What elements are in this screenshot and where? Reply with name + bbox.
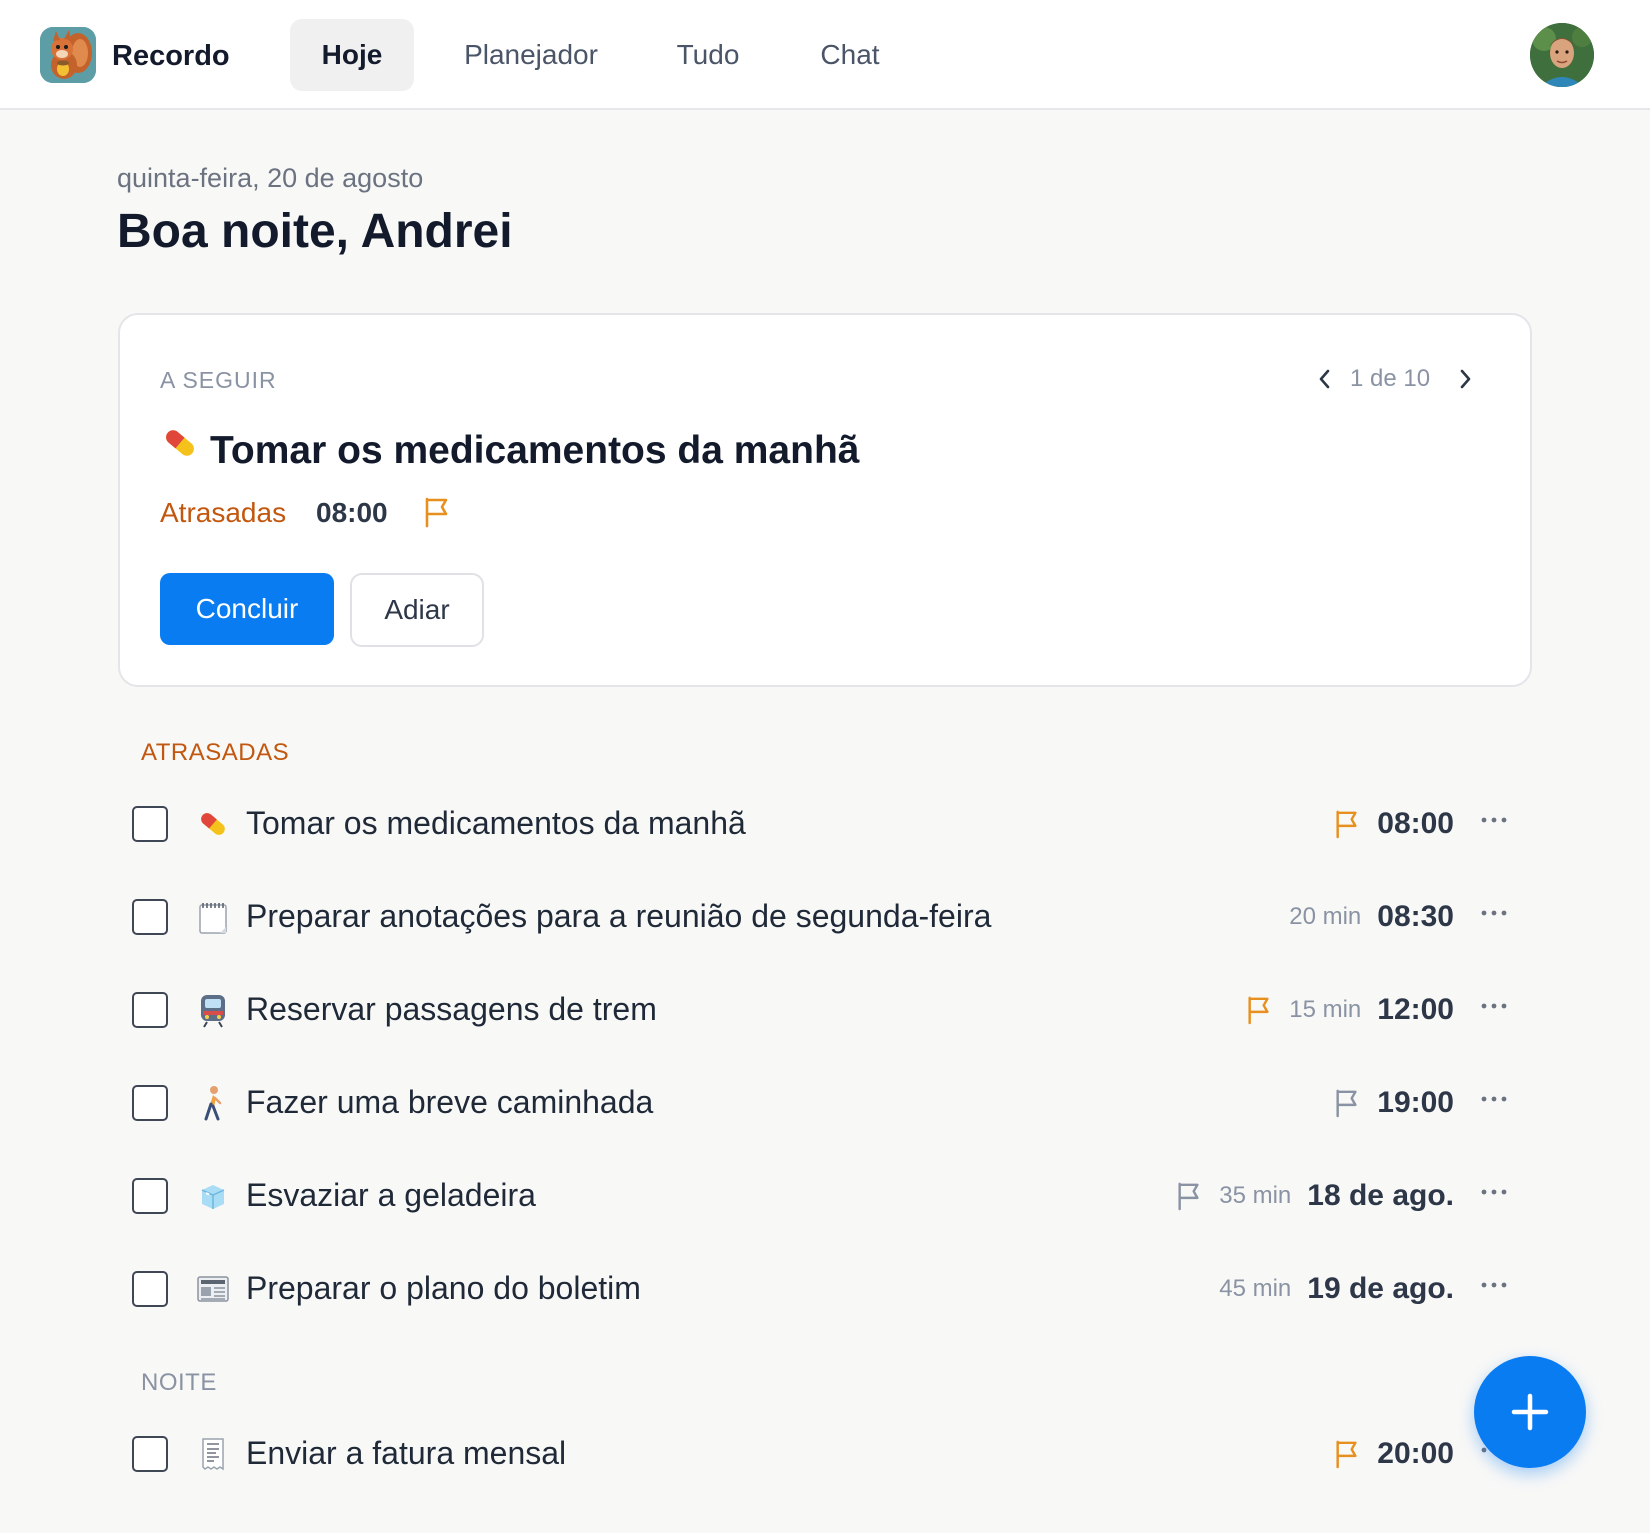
tab-planejador[interactable]: Planejador: [446, 19, 616, 91]
task-checkbox[interactable]: [132, 899, 168, 935]
chevron-right-icon[interactable]: [1450, 361, 1480, 397]
task-title[interactable]: Enviar a fatura mensal: [246, 1435, 566, 1472]
task-duration: 45 min: [1219, 1275, 1292, 1302]
task-meta: 15 min 12:00: [1245, 990, 1454, 1030]
add-task-button[interactable]: [1474, 1356, 1586, 1468]
task-checkbox[interactable]: [132, 1085, 168, 1121]
flag-icon[interactable]: [1333, 1438, 1361, 1470]
task-checkbox[interactable]: [132, 1178, 168, 1214]
task-row[interactable]: Esvaziar a geladeira 35 min 18 de ago.: [118, 1158, 1532, 1234]
up-next-label: A SEGUIR: [160, 367, 277, 393]
task-row[interactable]: Preparar anotações para a reunião de seg…: [118, 879, 1532, 955]
plus-icon: [1511, 1393, 1549, 1431]
task-time: 19:00: [1377, 1086, 1454, 1119]
task-row[interactable]: Preparar o plano do boletim 45 min 19 de a…: [118, 1251, 1532, 1327]
spiral-notepad-icon: [196, 899, 230, 935]
postpone-button[interactable]: Adiar: [350, 573, 484, 647]
pager-count: 1 de 10: [1350, 365, 1431, 392]
more-options-icon[interactable]: [1478, 1275, 1510, 1295]
task-title[interactable]: Preparar anotações para a reunião de seg…: [246, 898, 991, 935]
more-options-icon[interactable]: [1478, 810, 1510, 830]
more-options-icon[interactable]: [1478, 996, 1510, 1016]
flag-icon[interactable]: [1333, 808, 1361, 840]
tab-chat[interactable]: Chat: [800, 19, 900, 91]
task-time: 20:00: [1377, 1437, 1454, 1470]
flag-icon[interactable]: [422, 495, 452, 529]
task-row[interactable]: Reservar passagens de trem 15 min 12:00: [118, 972, 1532, 1048]
task-title[interactable]: Preparar o plano do boletim: [246, 1270, 641, 1307]
pill-icon: [196, 806, 230, 842]
chevron-left-icon[interactable]: [1310, 361, 1340, 397]
task-title[interactable]: Reservar passagens de trem: [246, 991, 657, 1028]
task-duration: 20 min: [1289, 903, 1362, 930]
task-meta: 20 min 08:30: [1289, 897, 1454, 937]
task-checkbox[interactable]: [132, 1271, 168, 1307]
flag-icon[interactable]: [1245, 994, 1273, 1026]
task-row[interactable]: Tomar os medicamentos da manhã 08:00: [118, 786, 1532, 862]
flag-icon[interactable]: [1333, 1087, 1361, 1119]
tab-hoje[interactable]: Hoje: [290, 19, 414, 91]
task-meta: 35 min 18 de ago.: [1175, 1176, 1454, 1216]
flag-icon[interactable]: [1175, 1180, 1203, 1212]
task-title[interactable]: Fazer uma breve caminhada: [246, 1084, 653, 1121]
pill-icon: [160, 423, 200, 473]
ice-cube-icon: [196, 1178, 230, 1214]
task-meta: 45 min 19 de ago.: [1219, 1269, 1454, 1309]
more-options-icon[interactable]: [1478, 1182, 1510, 1202]
task-duration: 35 min: [1219, 1182, 1292, 1209]
up-next-card: A SEGUIR 1 de 10 Tomar os medicamentos d…: [118, 313, 1532, 687]
tab-tudo[interactable]: Tudo: [658, 19, 758, 91]
task-checkbox[interactable]: [132, 992, 168, 1028]
page-title: Boa noite, Andrei: [117, 205, 513, 258]
task-time: 19 de ago.: [1307, 1272, 1454, 1305]
newspaper-icon: [196, 1271, 230, 1307]
up-next-title-text: Tomar os medicamentos da manhã: [210, 429, 860, 472]
section-heading-overdue: ATRASADAS: [141, 739, 290, 766]
complete-button[interactable]: Concluir: [160, 573, 334, 645]
task-row[interactable]: Fazer uma breve caminhada 19:00: [118, 1065, 1532, 1141]
task-time: 08:30: [1377, 900, 1454, 933]
task-time: 08:00: [1377, 807, 1454, 840]
more-options-icon[interactable]: [1478, 903, 1510, 923]
task-duration: 15 min: [1289, 996, 1362, 1023]
more-options-icon[interactable]: [1478, 1089, 1510, 1109]
task-time: 12:00: [1377, 993, 1454, 1026]
overdue-status: Atrasadas: [160, 497, 287, 528]
person-walking-icon: [196, 1085, 230, 1121]
up-next-time: 08:00: [316, 497, 388, 528]
task-meta: 20:00: [1333, 1434, 1454, 1474]
squirrel-logo-icon[interactable]: [40, 27, 96, 83]
task-title[interactable]: Esvaziar a geladeira: [246, 1177, 536, 1214]
task-row[interactable]: Enviar a fatura mensal 20:00: [118, 1416, 1532, 1492]
receipt-icon: [196, 1436, 230, 1472]
task-time: 18 de ago.: [1307, 1179, 1454, 1212]
train-icon: [196, 992, 230, 1028]
current-date: quinta-feira, 20 de agosto: [117, 163, 424, 193]
task-meta: 19:00: [1333, 1083, 1454, 1123]
up-next-title: Tomar os medicamentos da manhã: [160, 423, 859, 473]
task-meta: 08:00: [1333, 804, 1454, 844]
task-title[interactable]: Tomar os medicamentos da manhã: [246, 805, 746, 842]
app-name: Recordo: [112, 40, 230, 72]
task-checkbox[interactable]: [132, 1436, 168, 1472]
user-avatar[interactable]: [1530, 23, 1594, 87]
card-pager: 1 de 10: [1310, 361, 1480, 397]
task-checkbox[interactable]: [132, 806, 168, 842]
section-heading-night: NOITE: [141, 1369, 217, 1396]
top-navigation-bar: Recordo Hoje Planejador Tudo Chat: [0, 0, 1650, 110]
